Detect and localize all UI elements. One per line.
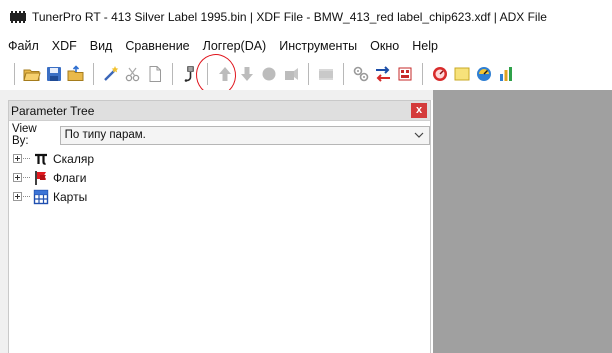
chevron-down-icon (414, 128, 424, 142)
cut-icon[interactable] (124, 65, 142, 83)
tree-connector (23, 177, 30, 178)
arrow-up-icon[interactable] (216, 65, 234, 83)
workspace-area (433, 90, 612, 353)
tree-connector (23, 158, 30, 159)
tree-item-maps[interactable]: Карты (13, 187, 430, 206)
wand-icon[interactable] (102, 65, 120, 83)
viewby-dropdown[interactable]: По типу парам. (59, 125, 430, 145)
toolbar-separator (172, 63, 173, 85)
viewby-value: По типу парам. (64, 129, 146, 141)
toolbar-separator (422, 63, 423, 85)
window-title: TunerPro RT - 413 Silver Label 1995.bin … (32, 10, 547, 24)
compare-icon[interactable] (374, 65, 392, 83)
tree-connector (23, 196, 30, 197)
expand-icon[interactable] (13, 192, 22, 201)
menu-logger[interactable]: Логгер(DA) (203, 39, 267, 53)
viewby-row: View By: По типу парам. (9, 123, 430, 147)
parameter-tree: Скаляр Флаги Карты (9, 149, 430, 206)
logger-icon[interactable] (431, 65, 449, 83)
menu-view[interactable]: Вид (90, 39, 113, 53)
app-chip-icon (10, 11, 26, 23)
tree-item-label: Скаляр (53, 151, 95, 166)
menu-bar: Файл XDF Вид Сравнение Логгер(DA) Инстру… (0, 34, 612, 58)
monitor-icon[interactable] (475, 65, 493, 83)
save-icon[interactable] (45, 65, 63, 83)
panel-title: Parameter Tree (11, 103, 95, 118)
chip-icon[interactable] (317, 65, 335, 83)
menu-window[interactable]: Окно (370, 39, 399, 53)
toolbar-separator (308, 63, 309, 85)
menu-compare[interactable]: Сравнение (125, 39, 189, 53)
new-icon[interactable] (146, 65, 164, 83)
note-icon[interactable] (453, 65, 471, 83)
open-bin-icon[interactable] (67, 65, 85, 83)
emulator-icon[interactable] (352, 65, 370, 83)
expand-icon[interactable] (13, 154, 22, 163)
tree-item-label: Флаги (53, 170, 87, 185)
panel-header: Parameter Tree x (9, 101, 430, 121)
title-bar: TunerPro RT - 413 Silver Label 1995.bin … (0, 0, 612, 34)
flash-icon[interactable] (396, 65, 414, 83)
record-icon[interactable] (260, 65, 278, 83)
toolbar-separator (14, 63, 15, 85)
parameter-tree-panel: Parameter Tree x View By: По типу парам.… (8, 100, 431, 353)
stop-icon[interactable] (282, 65, 300, 83)
tree-item-flags[interactable]: Флаги (13, 168, 430, 187)
expand-icon[interactable] (13, 173, 22, 182)
pi-icon (33, 151, 49, 167)
flag-icon (33, 170, 49, 186)
left-gutter (0, 90, 8, 353)
tree-item-scalar[interactable]: Скаляр (13, 149, 430, 168)
viewby-label: View By: (12, 123, 37, 147)
close-button[interactable]: x (411, 103, 427, 118)
tree-item-label: Карты (53, 189, 88, 204)
chart-icon[interactable] (497, 65, 515, 83)
toolbar (0, 58, 612, 90)
table-icon (33, 189, 49, 205)
menu-help[interactable]: Help (412, 39, 438, 53)
menu-xdf[interactable]: XDF (52, 39, 77, 53)
toolbar-separator (93, 63, 94, 85)
toolbar-separator (207, 63, 208, 85)
menu-tools[interactable]: Инструменты (279, 39, 357, 53)
toolbar-separator (343, 63, 344, 85)
menu-file[interactable]: Файл (8, 39, 39, 53)
arrow-down-icon[interactable] (238, 65, 256, 83)
open-icon[interactable] (23, 65, 41, 83)
probe-icon[interactable] (181, 65, 199, 83)
